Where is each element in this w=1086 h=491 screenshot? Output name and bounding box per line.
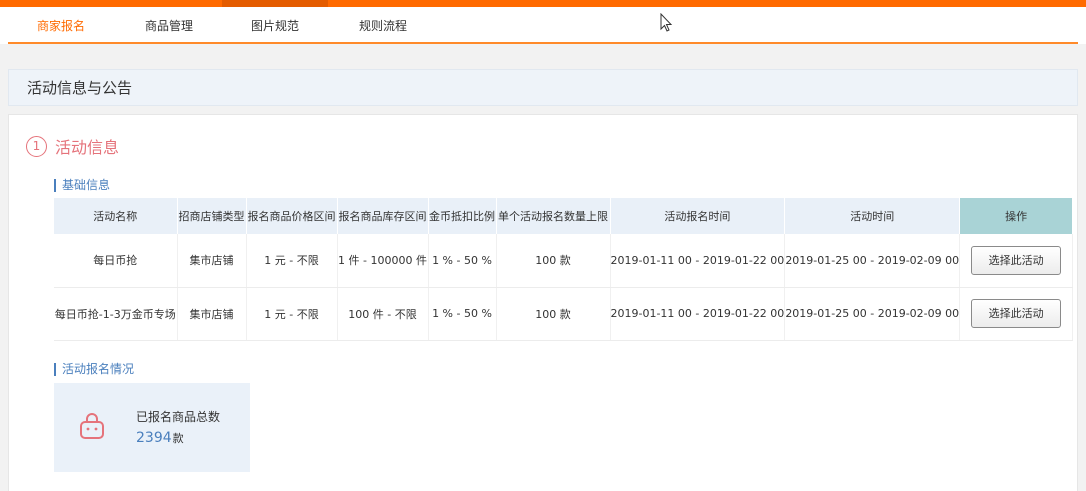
cell-signup-time: 2019-01-11 00 - 2019-01-22 00 — [610, 234, 786, 288]
stats-caption: 已报名商品总数 — [136, 410, 221, 424]
tab-rules-process[interactable]: 规则流程 — [359, 7, 407, 42]
top-navigation-bar: 商家报名 商品管理 图片规范 规则流程 — [0, 0, 1086, 44]
cell-activity-time: 2019-01-25 00 - 2019-02-09 00 — [784, 234, 961, 288]
cell-stock-range: 100 件 - 不限 — [337, 287, 429, 341]
cell-store-type: 集市店铺 — [177, 234, 247, 288]
column-header: 报名商品库存区间 — [337, 198, 429, 234]
cell-activity-name: 每日币抢 — [54, 234, 178, 288]
select-activity-button[interactable]: 选择此活动 — [971, 245, 1062, 275]
column-header: 金币抵扣比例 — [428, 198, 497, 234]
cell-signup-time: 2019-01-11 00 - 2019-01-22 00 — [610, 287, 786, 341]
step-number: 1 — [26, 135, 47, 157]
column-header: 活动时间 — [784, 198, 961, 234]
tab-image-guidelines[interactable]: 图片规范 — [251, 7, 299, 42]
nav-underline — [8, 42, 1078, 44]
shopping-bag-icon — [80, 413, 104, 439]
tab-product-management[interactable]: 商品管理 — [145, 7, 193, 42]
cell-signup-limit: 100 款 — [496, 287, 611, 341]
cell-activity-time: 2019-01-25 00 - 2019-02-09 00 — [784, 287, 961, 341]
signup-status-label: 活动报名情况 — [54, 363, 134, 376]
column-header: 单个活动报名数量上限 — [496, 198, 611, 234]
mouse-pointer-icon — [660, 13, 673, 32]
column-header-action: 操作 — [959, 198, 1074, 234]
cell-action: 选择此活动 — [959, 287, 1074, 341]
column-header: 活动名称 — [54, 198, 178, 234]
stats-unit: 款 — [172, 432, 184, 445]
cell-action: 选择此活动 — [959, 234, 1074, 288]
activity-panel: 1 活动信息 基础信息 活动名称 招商店铺类型 报名商品价格区间 报名商品库存区… — [8, 114, 1078, 491]
column-header: 报名商品价格区间 — [246, 198, 338, 234]
activity-table: 活动名称 招商店铺类型 报名商品价格区间 报名商品库存区间 金币抵扣比例 单个活… — [54, 198, 1074, 341]
cell-signup-limit: 100 款 — [496, 234, 611, 288]
step-label: 活动信息 — [55, 138, 120, 157]
section-title: 活动信息与公告 — [27, 79, 133, 97]
column-header: 招商店铺类型 — [177, 198, 247, 234]
table-header-row: 活动名称 招商店铺类型 报名商品价格区间 报名商品库存区间 金币抵扣比例 单个活… — [54, 198, 1074, 234]
cell-store-type: 集市店铺 — [177, 287, 247, 341]
cell-stock-range: 1 件 - 100000 件 — [337, 234, 429, 288]
stats-value: 2394 — [136, 430, 172, 446]
signup-stats-card: 已报名商品总数 2394款 — [54, 383, 250, 472]
tab-merchant-signup[interactable]: 商家报名 — [37, 7, 85, 42]
select-activity-button[interactable]: 选择此活动 — [971, 299, 1062, 328]
table-row: 每日币抢-1-3万金币专场 集市店铺 1 元 - 不限 100 件 - 不限 1… — [54, 287, 1074, 341]
section-header: 活动信息与公告 — [8, 69, 1078, 106]
cell-price-range: 1 元 - 不限 — [246, 234, 338, 288]
cell-price-range: 1 元 - 不限 — [246, 287, 338, 341]
cell-coin-ratio: 1 % - 50 % — [428, 287, 497, 341]
cell-coin-ratio: 1 % - 50 % — [428, 234, 497, 288]
basic-info-label: 基础信息 — [54, 179, 110, 192]
step-heading: 1 活动信息 — [26, 134, 119, 158]
brand-stripe — [0, 0, 1086, 7]
cell-activity-name: 每日币抢-1-3万金币专场 — [54, 287, 178, 341]
column-header: 活动报名时间 — [610, 198, 786, 234]
table-row: 每日币抢 集市店铺 1 元 - 不限 1 件 - 100000 件 1 % - … — [54, 234, 1074, 288]
stats-value-wrap: 2394款 — [136, 430, 184, 446]
